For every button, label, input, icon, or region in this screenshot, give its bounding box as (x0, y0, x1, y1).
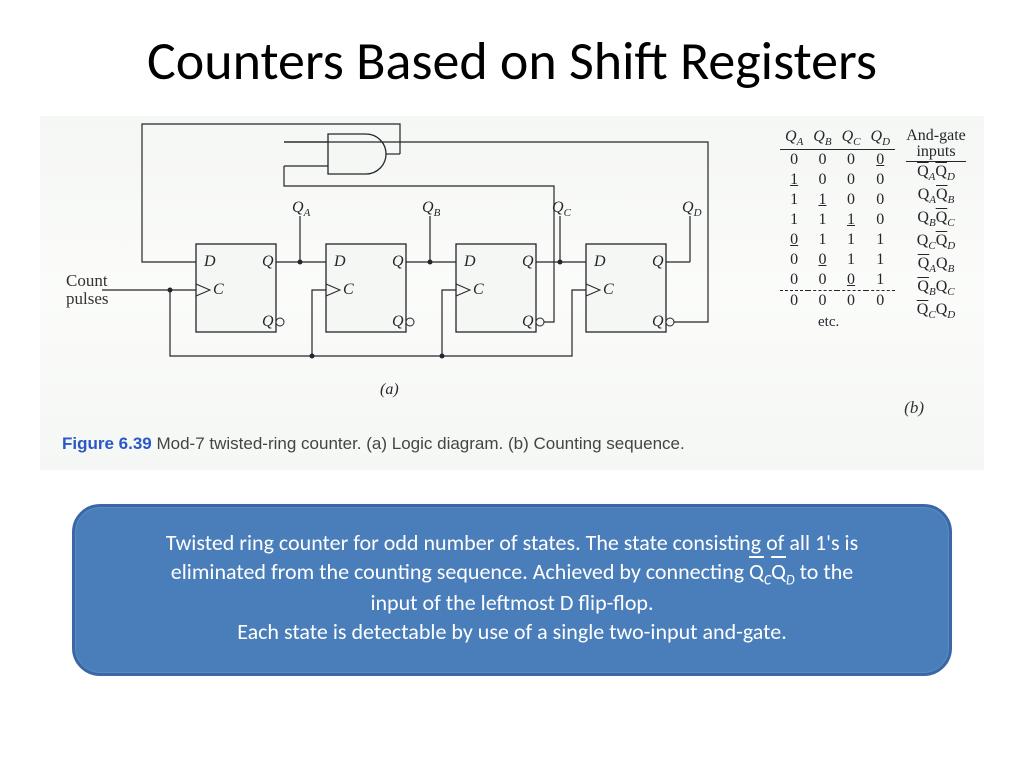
flip-flop-c: D Q C Q (456, 244, 544, 332)
sublabel-b: (b) (904, 398, 924, 418)
and-gate-inputs-column: And-gate inputs QAQDQAQBQBQCQCQDQAQBQBQC… (906, 128, 966, 323)
svg-text:pulses: pulses (66, 289, 109, 308)
formula-qcqd: QCQD (749, 558, 795, 585)
table-row: 0001 (780, 270, 895, 291)
svg-text:Q: Q (652, 313, 664, 330)
table-row: 0000 (780, 291, 895, 312)
figure-area: D Q C Q D Q C Q D Q C Q D Q (40, 116, 984, 470)
gate-input-row: QCQD (906, 231, 966, 254)
gate-input-row: QAQB (906, 185, 966, 208)
explain-text: Twisted ring counter for odd number of s… (166, 529, 858, 556)
count-pulses-label: Count (66, 271, 108, 290)
flip-flop-d: D Q C Q (586, 244, 674, 332)
state-table: QA QB QC QD 0000 1000 1100 1110 0111 001… (780, 128, 970, 311)
gate-input-row: QAQD (906, 162, 966, 185)
flip-flop-b: D Q C Q (326, 244, 414, 332)
svg-text:C: C (213, 281, 224, 298)
svg-text:D: D (203, 253, 216, 270)
svg-text:C: C (473, 281, 484, 298)
table-row: 0011 (780, 250, 895, 270)
svg-text:Q: Q (652, 253, 664, 270)
gate-input-row: QCQD (906, 300, 966, 323)
table-row: 0000 (780, 150, 895, 171)
slide-title: Counters Based on Shift Registers (0, 28, 1024, 94)
svg-text:Q: Q (392, 313, 404, 330)
svg-text:C: C (603, 281, 614, 298)
and-gate-icon (328, 134, 386, 174)
table-row: 1100 (780, 190, 895, 210)
sublabel-a: (a) (380, 381, 399, 398)
svg-text:D: D (333, 253, 346, 270)
svg-text:D: D (463, 253, 476, 270)
svg-text:QD: QD (682, 199, 702, 219)
svg-text:QC: QC (552, 199, 572, 219)
logic-diagram: D Q C Q D Q C Q D Q C Q D Q (40, 116, 800, 416)
svg-text:QA: QA (292, 199, 311, 219)
gate-input-row: QBQC (906, 208, 966, 231)
figure-caption: Figure 6.39 Mod-7 twisted-ring counter. … (62, 434, 685, 454)
svg-text:D: D (593, 253, 606, 270)
flip-flop-a: D Q C Q (196, 244, 284, 332)
svg-text:QB: QB (422, 199, 441, 219)
gate-input-row: QAQB (906, 254, 966, 277)
table-row: 1000 (780, 170, 895, 190)
etc-label: etc. (818, 314, 839, 331)
svg-text:Q: Q (522, 313, 534, 330)
explanation-box: Twisted ring counter for odd number of s… (72, 504, 952, 676)
svg-text:Q: Q (392, 253, 404, 270)
table-row: 1110 (780, 210, 895, 230)
gate-input-row: QBQC (906, 277, 966, 300)
svg-text:Q: Q (522, 253, 534, 270)
svg-text:C: C (343, 281, 354, 298)
table-row: 0111 (780, 230, 895, 250)
truth-table: QA QB QC QD 0000 1000 1100 1110 0111 001… (780, 128, 895, 311)
svg-text:Q: Q (262, 313, 274, 330)
svg-text:Q: Q (262, 253, 274, 270)
